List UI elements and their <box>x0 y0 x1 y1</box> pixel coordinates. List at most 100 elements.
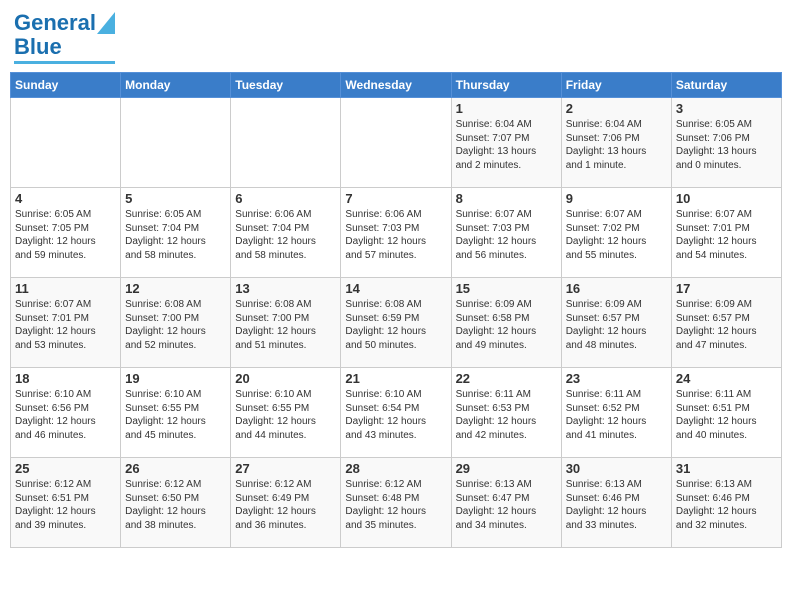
calendar-body: 1Sunrise: 6:04 AM Sunset: 7:07 PM Daylig… <box>11 98 782 548</box>
day-info: Sunrise: 6:12 AM Sunset: 6:50 PM Dayligh… <box>125 478 226 532</box>
day-info: Sunrise: 6:05 AM Sunset: 7:06 PM Dayligh… <box>676 118 777 172</box>
calendar-cell: 19 Sunrise: 6:10 AM Sunset: 6:55 PM Dayli… <box>121 368 231 458</box>
day-info: Sunrise: 6:11 AM Sunset: 6:52 PM Dayligh… <box>566 388 667 442</box>
logo-triangle-icon <box>97 12 115 34</box>
calendar-cell: 24 Sunrise: 6:11 AM Sunset: 6:51 PM Dayli… <box>671 368 781 458</box>
calendar-cell: 18 Sunrise: 6:10 AM Sunset: 6:56 PM Dayli… <box>11 368 121 458</box>
day-number: 5 <box>125 191 226 206</box>
calendar-cell: 14 Sunrise: 6:08 AM Sunset: 6:59 PM Dayli… <box>341 278 451 368</box>
week-row-3: 18 Sunrise: 6:10 AM Sunset: 6:56 PM Dayli… <box>11 368 782 458</box>
day-number: 30 <box>566 461 667 476</box>
calendar-cell: 27Sunrise: 6:12 AM Sunset: 6:49 PM Dayli… <box>231 458 341 548</box>
day-info: Sunrise: 6:09 AM Sunset: 6:57 PM Dayligh… <box>566 298 667 352</box>
calendar-cell: 10 Sunrise: 6:07 AM Sunset: 7:01 PM Dayli… <box>671 188 781 278</box>
calendar-cell: 20 Sunrise: 6:10 AM Sunset: 6:55 PM Dayli… <box>231 368 341 458</box>
calendar-cell: 8 Sunrise: 6:07 AM Sunset: 7:03 PM Daylig… <box>451 188 561 278</box>
day-number: 18 <box>15 371 116 386</box>
day-info: Sunrise: 6:05 AM Sunset: 7:04 PM Dayligh… <box>125 208 226 262</box>
calendar-cell: 7Sunrise: 6:06 AM Sunset: 7:03 PM Daylig… <box>341 188 451 278</box>
calendar-cell: 4Sunrise: 6:05 AM Sunset: 7:05 PM Daylig… <box>11 188 121 278</box>
day-number: 10 <box>676 191 777 206</box>
day-number: 21 <box>345 371 446 386</box>
day-number: 6 <box>235 191 336 206</box>
day-info: Sunrise: 6:13 AM Sunset: 6:46 PM Dayligh… <box>566 478 667 532</box>
calendar-cell: 12 Sunrise: 6:08 AM Sunset: 7:00 PM Dayli… <box>121 278 231 368</box>
day-number: 19 <box>125 371 226 386</box>
day-info: Sunrise: 6:08 AM Sunset: 7:00 PM Dayligh… <box>125 298 226 352</box>
day-info: Sunrise: 6:13 AM Sunset: 6:46 PM Dayligh… <box>676 478 777 532</box>
day-info: Sunrise: 6:09 AM Sunset: 6:58 PM Dayligh… <box>456 298 557 352</box>
week-row-1: 4Sunrise: 6:05 AM Sunset: 7:05 PM Daylig… <box>11 188 782 278</box>
day-info: Sunrise: 6:12 AM Sunset: 6:51 PM Dayligh… <box>15 478 116 532</box>
calendar-cell: 21 Sunrise: 6:10 AM Sunset: 6:54 PM Dayli… <box>341 368 451 458</box>
day-info: Sunrise: 6:10 AM Sunset: 6:55 PM Dayligh… <box>125 388 226 442</box>
logo: General Blue <box>14 10 115 64</box>
day-number: 2 <box>566 101 667 116</box>
day-number: 8 <box>456 191 557 206</box>
day-info: Sunrise: 6:07 AM Sunset: 7:01 PM Dayligh… <box>15 298 116 352</box>
day-info: Sunrise: 6:09 AM Sunset: 6:57 PM Dayligh… <box>676 298 777 352</box>
day-number: 12 <box>125 281 226 296</box>
day-info: Sunrise: 6:06 AM Sunset: 7:03 PM Dayligh… <box>345 208 446 262</box>
day-info: Sunrise: 6:04 AM Sunset: 7:06 PM Dayligh… <box>566 118 667 172</box>
day-info: Sunrise: 6:10 AM Sunset: 6:56 PM Dayligh… <box>15 388 116 442</box>
day-number: 15 <box>456 281 557 296</box>
logo-text: General <box>14 10 96 36</box>
calendar-table: SundayMondayTuesdayWednesdayThursdayFrid… <box>10 72 782 548</box>
day-number: 4 <box>15 191 116 206</box>
logo-underline <box>14 61 115 64</box>
weekday-header-thursday: Thursday <box>451 73 561 98</box>
day-info: Sunrise: 6:10 AM Sunset: 6:54 PM Dayligh… <box>345 388 446 442</box>
day-number: 20 <box>235 371 336 386</box>
day-info: Sunrise: 6:11 AM Sunset: 6:51 PM Dayligh… <box>676 388 777 442</box>
day-number: 14 <box>345 281 446 296</box>
day-number: 23 <box>566 371 667 386</box>
day-info: Sunrise: 6:07 AM Sunset: 7:01 PM Dayligh… <box>676 208 777 262</box>
weekday-row: SundayMondayTuesdayWednesdayThursdayFrid… <box>11 73 782 98</box>
calendar-cell: 15 Sunrise: 6:09 AM Sunset: 6:58 PM Dayli… <box>451 278 561 368</box>
weekday-header-sunday: Sunday <box>11 73 121 98</box>
weekday-header-tuesday: Tuesday <box>231 73 341 98</box>
day-number: 3 <box>676 101 777 116</box>
day-info: Sunrise: 6:10 AM Sunset: 6:55 PM Dayligh… <box>235 388 336 442</box>
page-header: General Blue <box>10 10 782 64</box>
day-info: Sunrise: 6:08 AM Sunset: 6:59 PM Dayligh… <box>345 298 446 352</box>
day-info: Sunrise: 6:11 AM Sunset: 6:53 PM Dayligh… <box>456 388 557 442</box>
week-row-4: 25 Sunrise: 6:12 AM Sunset: 6:51 PM Dayli… <box>11 458 782 548</box>
calendar-cell: 23 Sunrise: 6:11 AM Sunset: 6:52 PM Dayli… <box>561 368 671 458</box>
day-number: 16 <box>566 281 667 296</box>
calendar-cell <box>11 98 121 188</box>
calendar-cell: 22Sunrise: 6:11 AM Sunset: 6:53 PM Dayli… <box>451 368 561 458</box>
day-info: Sunrise: 6:12 AM Sunset: 6:48 PM Dayligh… <box>345 478 446 532</box>
calendar-cell: 9 Sunrise: 6:07 AM Sunset: 7:02 PM Daylig… <box>561 188 671 278</box>
calendar-cell <box>341 98 451 188</box>
day-info: Sunrise: 6:07 AM Sunset: 7:03 PM Dayligh… <box>456 208 557 262</box>
day-info: Sunrise: 6:07 AM Sunset: 7:02 PM Dayligh… <box>566 208 667 262</box>
calendar-cell: 6 Sunrise: 6:06 AM Sunset: 7:04 PM Daylig… <box>231 188 341 278</box>
calendar-cell: 30 Sunrise: 6:13 AM Sunset: 6:46 PM Dayli… <box>561 458 671 548</box>
calendar-cell: 1Sunrise: 6:04 AM Sunset: 7:07 PM Daylig… <box>451 98 561 188</box>
calendar-cell: 5 Sunrise: 6:05 AM Sunset: 7:04 PM Daylig… <box>121 188 231 278</box>
weekday-header-friday: Friday <box>561 73 671 98</box>
day-number: 29 <box>456 461 557 476</box>
day-number: 27 <box>235 461 336 476</box>
calendar-cell: 3 Sunrise: 6:05 AM Sunset: 7:06 PM Daylig… <box>671 98 781 188</box>
day-number: 28 <box>345 461 446 476</box>
day-number: 17 <box>676 281 777 296</box>
logo-blue-text: Blue <box>14 34 62 60</box>
day-info: Sunrise: 6:06 AM Sunset: 7:04 PM Dayligh… <box>235 208 336 262</box>
calendar-cell: 29Sunrise: 6:13 AM Sunset: 6:47 PM Dayli… <box>451 458 561 548</box>
calendar-cell: 13Sunrise: 6:08 AM Sunset: 7:00 PM Dayli… <box>231 278 341 368</box>
calendar-cell: 16 Sunrise: 6:09 AM Sunset: 6:57 PM Dayli… <box>561 278 671 368</box>
day-number: 24 <box>676 371 777 386</box>
calendar-header: SundayMondayTuesdayWednesdayThursdayFrid… <box>11 73 782 98</box>
calendar-cell <box>231 98 341 188</box>
calendar-cell <box>121 98 231 188</box>
calendar-cell: 25 Sunrise: 6:12 AM Sunset: 6:51 PM Dayli… <box>11 458 121 548</box>
day-number: 26 <box>125 461 226 476</box>
day-number: 1 <box>456 101 557 116</box>
day-number: 25 <box>15 461 116 476</box>
day-number: 11 <box>15 281 116 296</box>
day-number: 9 <box>566 191 667 206</box>
calendar-cell: 11 Sunrise: 6:07 AM Sunset: 7:01 PM Dayli… <box>11 278 121 368</box>
